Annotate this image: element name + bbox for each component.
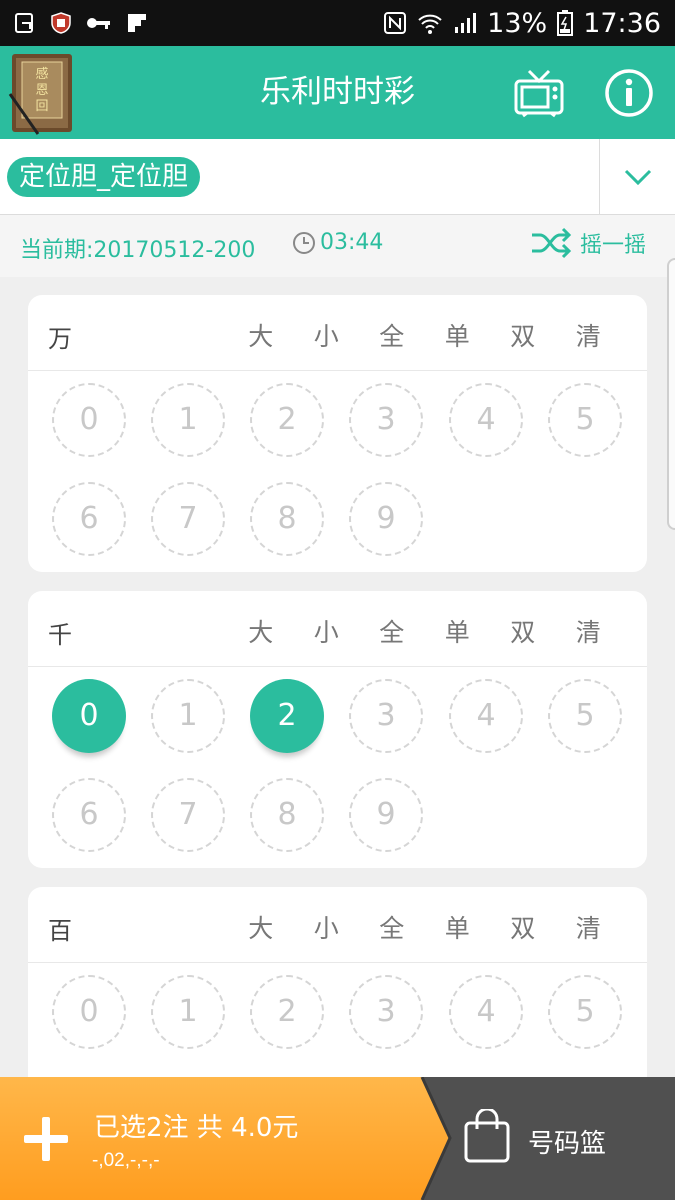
page-title: 乐利时时彩 bbox=[260, 74, 415, 110]
shield-icon bbox=[51, 12, 71, 34]
screenshot-icon bbox=[15, 13, 33, 33]
period-bar: 当前期:20170512-200 03:44 摇一摇 bbox=[0, 215, 675, 277]
number-ball[interactable]: 6 bbox=[52, 482, 126, 556]
number-basket-button[interactable]: 号码篮 bbox=[528, 1123, 606, 1160]
number-ball[interactable]: 0 bbox=[52, 975, 126, 1049]
number-ball[interactable]: 1 bbox=[151, 975, 225, 1049]
number-ball[interactable]: 9 bbox=[349, 778, 423, 852]
play-type-selector: 定位胆_定位胆 bbox=[0, 139, 675, 215]
battery-icon bbox=[557, 10, 574, 36]
shuffle-icon bbox=[532, 227, 572, 259]
clock: 17:36 bbox=[583, 7, 661, 39]
number-ball[interactable]: 8 bbox=[250, 482, 324, 556]
number-ball[interactable]: 2 bbox=[250, 383, 324, 457]
quick-select-group: 大 小 全 单 双 清 bbox=[228, 613, 621, 649]
tv-icon[interactable] bbox=[513, 67, 565, 119]
number-ball[interactable]: 0 bbox=[52, 383, 126, 457]
position-label: 万 bbox=[48, 325, 72, 353]
side-drawer-handle[interactable] bbox=[667, 258, 675, 530]
quick-clear[interactable]: 清 bbox=[556, 909, 622, 945]
add-icon[interactable] bbox=[22, 1115, 70, 1163]
chevron-down-icon bbox=[624, 169, 651, 185]
number-ball[interactable]: 4 bbox=[449, 383, 523, 457]
basket-icon[interactable] bbox=[462, 1109, 512, 1165]
quick-select-group: 大 小 全 单 双 清 bbox=[228, 317, 621, 353]
key-icon bbox=[87, 18, 110, 29]
quick-even[interactable]: 双 bbox=[490, 613, 556, 649]
shake-button[interactable]: 摇一摇 bbox=[530, 227, 646, 259]
current-period: 当前期:20170512-200 bbox=[20, 238, 256, 263]
number-ball[interactable]: 9 bbox=[349, 482, 423, 556]
flipboard-icon bbox=[128, 14, 146, 32]
quick-big[interactable]: 大 bbox=[228, 613, 294, 649]
number-ball[interactable]: 2 bbox=[250, 975, 324, 1049]
number-ball[interactable]: 6 bbox=[52, 778, 126, 852]
quick-all[interactable]: 全 bbox=[359, 909, 425, 945]
quick-small[interactable]: 小 bbox=[294, 909, 360, 945]
play-type-dropdown[interactable] bbox=[599, 139, 675, 215]
quick-odd[interactable]: 单 bbox=[425, 613, 491, 649]
quick-all[interactable]: 全 bbox=[359, 317, 425, 353]
position-card-qian: 千 大 小 全 单 双 清 0 1 2 3 4 5 6 7 8 9 bbox=[28, 591, 647, 868]
quick-big[interactable]: 大 bbox=[228, 317, 294, 353]
quick-big[interactable]: 大 bbox=[228, 909, 294, 945]
number-ball[interactable]: 7 bbox=[151, 482, 225, 556]
quick-small[interactable]: 小 bbox=[294, 317, 360, 353]
number-ball[interactable]: 7 bbox=[151, 778, 225, 852]
countdown-value: 03:44 bbox=[320, 230, 384, 255]
quick-even[interactable]: 双 bbox=[490, 317, 556, 353]
number-ball[interactable]: 3 bbox=[349, 383, 423, 457]
number-ball[interactable]: 8 bbox=[250, 778, 324, 852]
play-type-pill[interactable]: 定位胆_定位胆 bbox=[7, 157, 201, 197]
number-ball-selected[interactable]: 2 bbox=[250, 679, 324, 753]
position-label: 百 bbox=[48, 917, 72, 945]
quick-even[interactable]: 双 bbox=[490, 909, 556, 945]
nfc-icon bbox=[384, 12, 407, 34]
quick-small[interactable]: 小 bbox=[294, 613, 360, 649]
number-ball[interactable]: 3 bbox=[349, 679, 423, 753]
countdown-timer: 03:44 bbox=[292, 230, 383, 255]
number-ball[interactable]: 1 bbox=[151, 383, 225, 457]
quick-all[interactable]: 全 bbox=[359, 613, 425, 649]
position-card-wan: 万 大 小 全 单 双 清 0 1 2 3 4 5 6 7 8 9 bbox=[28, 295, 647, 572]
quick-clear[interactable]: 清 bbox=[556, 317, 622, 353]
number-ball[interactable]: 3 bbox=[349, 975, 423, 1049]
number-ball[interactable]: 5 bbox=[548, 383, 622, 457]
number-ball[interactable]: 1 bbox=[151, 679, 225, 753]
quick-select-group: 大 小 全 单 双 清 bbox=[228, 909, 621, 945]
selection-summary: 已选2注 共 4.0元 bbox=[94, 1113, 299, 1143]
number-ball-selected[interactable]: 0 bbox=[52, 679, 126, 753]
battery-percent: 13% bbox=[487, 7, 548, 39]
wifi-icon bbox=[418, 14, 442, 34]
quick-clear[interactable]: 清 bbox=[556, 613, 622, 649]
quick-odd[interactable]: 单 bbox=[425, 909, 491, 945]
position-card-bai: 百 大 小 全 单 双 清 0 1 2 3 4 5 bbox=[28, 887, 647, 1087]
info-icon[interactable] bbox=[603, 67, 655, 119]
number-ball[interactable]: 4 bbox=[449, 679, 523, 753]
number-ball[interactable]: 5 bbox=[548, 679, 622, 753]
position-label: 千 bbox=[48, 621, 72, 649]
app-header: 感 恩 回 乐利时时彩 bbox=[0, 46, 675, 139]
shake-label: 摇一摇 bbox=[580, 233, 647, 258]
status-bar: 13% 17:36 bbox=[0, 0, 675, 46]
number-ball[interactable]: 4 bbox=[449, 975, 523, 1049]
clock-icon bbox=[293, 231, 315, 254]
signal-icon bbox=[455, 13, 477, 33]
quick-odd[interactable]: 单 bbox=[425, 317, 491, 353]
bottom-bar: 已选2注 共 4.0元 -,02,-,-,- 号码篮 bbox=[0, 1077, 675, 1200]
selection-numbers: -,02,-,-,- bbox=[92, 1150, 160, 1171]
number-ball[interactable]: 5 bbox=[548, 975, 622, 1049]
